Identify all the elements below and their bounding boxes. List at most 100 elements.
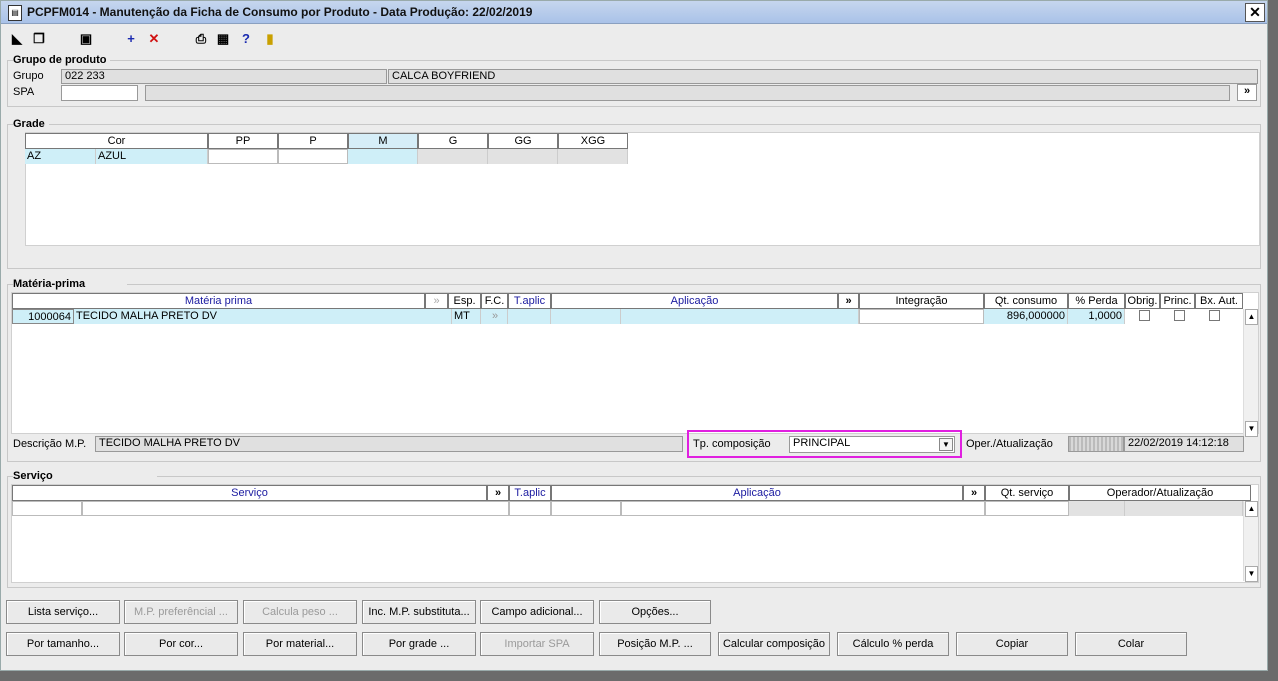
- importar-spa-button[interactable]: Importar SPA: [480, 632, 594, 656]
- spa-more-button[interactable]: »: [1237, 84, 1257, 101]
- svc-cell-taplic[interactable]: [509, 501, 551, 516]
- grade-header-g[interactable]: G: [418, 133, 488, 149]
- mp-header-qt-consumo[interactable]: Qt. consumo: [984, 293, 1068, 309]
- print-icon[interactable]: ⎙: [193, 31, 209, 47]
- mp-cell-fc-button[interactable]: »: [481, 309, 508, 324]
- mp-bxaut-checkbox[interactable]: [1209, 310, 1220, 321]
- mp-header-taplic[interactable]: T.aplic: [508, 293, 551, 309]
- mp-header-lookup[interactable]: »: [425, 293, 448, 309]
- grade-cell-code[interactable]: AZ: [25, 149, 96, 164]
- enter-icon[interactable]: ◣: [9, 31, 25, 47]
- svc-cell-code[interactable]: [12, 501, 82, 516]
- mp-preferencial-button[interactable]: M.P. preferêncial ...: [124, 600, 238, 624]
- servico-legend: Serviço: [13, 470, 157, 482]
- inc-mp-substituta-button[interactable]: Inc. M.P. substituta...: [362, 600, 476, 624]
- chevron-down-icon[interactable]: ▼: [939, 438, 953, 451]
- mp-header-esp[interactable]: Esp.: [448, 293, 481, 309]
- grade-header-cor[interactable]: Cor: [25, 133, 208, 149]
- main-window: ▤ PCPFM014 - Manutenção da Ficha de Cons…: [0, 0, 1268, 671]
- mp-header-bxaut[interactable]: Bx. Aut.: [1195, 293, 1243, 309]
- svc-header-qt-servico[interactable]: Qt. serviço: [985, 485, 1069, 501]
- svc-header-aplicacao[interactable]: Aplicação: [551, 485, 963, 501]
- grade-header-m[interactable]: M: [348, 133, 418, 149]
- scroll-up-icon[interactable]: ▲: [1245, 309, 1258, 325]
- grade-header-p[interactable]: P: [278, 133, 348, 149]
- scroll-down-icon[interactable]: ▼: [1245, 566, 1258, 582]
- mp-cell-taplic[interactable]: [508, 309, 551, 324]
- grade-cell-m[interactable]: [348, 149, 418, 164]
- grade-cell-pp[interactable]: [208, 149, 278, 164]
- por-material-button[interactable]: Por material...: [243, 632, 357, 656]
- spa-desc-field: [145, 85, 1230, 101]
- por-cor-button[interactable]: Por cor...: [124, 632, 238, 656]
- mp-obrig-checkbox[interactable]: [1139, 310, 1150, 321]
- grade-header-gg[interactable]: GG: [488, 133, 558, 149]
- scroll-down-icon[interactable]: ▼: [1245, 421, 1258, 437]
- mp-header-princ[interactable]: Princ.: [1160, 293, 1195, 309]
- grade-cell-xgg: [558, 149, 628, 164]
- grade-header-xgg[interactable]: XGG: [558, 133, 628, 149]
- help-icon[interactable]: ?: [238, 31, 254, 47]
- svc-header-operador[interactable]: Operador/Atualização: [1069, 485, 1251, 501]
- lista-servico-button[interactable]: Lista serviço...: [6, 600, 120, 624]
- svc-cell-qt[interactable]: [985, 501, 1069, 516]
- opcoes-button[interactable]: Opções...: [599, 600, 711, 624]
- svc-scrollbar[interactable]: ▲ ▼: [1243, 501, 1258, 582]
- grupo-legend: Grupo de produto: [13, 54, 111, 66]
- svc-cell-aplicacao-code[interactable]: [551, 501, 621, 516]
- grade-cell-g: [418, 149, 488, 164]
- grade-cell-color[interactable]: AZUL: [96, 149, 208, 164]
- close-button[interactable]: ✕: [1245, 3, 1265, 22]
- grade-header-pp[interactable]: PP: [208, 133, 278, 149]
- svc-cell-aplicacao-desc[interactable]: [621, 501, 985, 516]
- mp-cell-desc[interactable]: TECIDO MALHA PRETO DV: [74, 309, 452, 324]
- mp-header-aplicacao[interactable]: Aplicação: [551, 293, 838, 309]
- mp-header-more[interactable]: »: [838, 293, 859, 309]
- grade-cell-p[interactable]: [278, 149, 348, 164]
- por-tamanho-button[interactable]: Por tamanho...: [6, 632, 120, 656]
- calendar-icon[interactable]: ▦: [215, 31, 231, 47]
- grade-cell-gg: [488, 149, 558, 164]
- calcular-composicao-button[interactable]: Calcular composição: [718, 632, 830, 656]
- mp-cell-esp[interactable]: MT: [452, 309, 481, 324]
- mp-header-perda[interactable]: % Perda: [1068, 293, 1125, 309]
- add-icon[interactable]: +: [123, 31, 139, 47]
- mp-cell-aplicacao-code[interactable]: [551, 309, 621, 324]
- copiar-button[interactable]: Copiar: [956, 632, 1068, 656]
- mp-cell-qt-consumo[interactable]: 896,000000: [984, 309, 1068, 324]
- mp-header-integracao[interactable]: Integração: [859, 293, 984, 309]
- app-icon: ▤: [8, 5, 22, 21]
- grupo-desc-field: CALCA BOYFRIEND: [388, 69, 1258, 84]
- svc-header-servico[interactable]: Serviço: [12, 485, 487, 501]
- mp-header-materia[interactable]: Matéria prima: [12, 293, 425, 309]
- mp-cell-code[interactable]: 1000064: [12, 309, 74, 324]
- spa-label: SPA: [13, 86, 35, 98]
- svc-header-more2[interactable]: »: [963, 485, 985, 501]
- mp-cell-integracao[interactable]: [859, 309, 984, 324]
- scroll-up-icon[interactable]: ▲: [1245, 501, 1258, 517]
- mp-cell-aplicacao-desc[interactable]: [621, 309, 859, 324]
- svc-header-taplic[interactable]: T.aplic: [509, 485, 551, 501]
- colar-button[interactable]: Colar: [1075, 632, 1187, 656]
- calcula-peso-button[interactable]: Calcula peso ...: [243, 600, 357, 624]
- campo-adicional-button[interactable]: Campo adicional...: [480, 600, 594, 624]
- mp-princ-checkbox[interactable]: [1174, 310, 1185, 321]
- mp-header-fc[interactable]: F.C.: [481, 293, 508, 309]
- exit-icon[interactable]: ▮: [262, 31, 278, 47]
- tp-composicao-select[interactable]: PRINCIPAL: [789, 436, 955, 453]
- spa-input[interactable]: [61, 85, 138, 101]
- posicao-mp-button[interactable]: Posição M.P. ...: [599, 632, 711, 656]
- por-grade-button[interactable]: Por grade ...: [362, 632, 476, 656]
- svc-cell-desc[interactable]: [82, 501, 509, 516]
- grupo-label: Grupo: [13, 70, 44, 82]
- calculo-perda-button[interactable]: Cálculo % perda: [837, 632, 949, 656]
- delete-icon[interactable]: ✕: [146, 31, 162, 47]
- copy-icon[interactable]: ❐: [31, 31, 47, 47]
- svc-header-more[interactable]: »: [487, 485, 509, 501]
- mp-cell-perda[interactable]: 1,0000: [1068, 309, 1125, 324]
- toolbar: ◣ ❐ ▣ + ✕ ⎙ ▦ ? ▮: [1, 25, 1267, 53]
- save-icon[interactable]: ▣: [78, 31, 94, 47]
- title-bar: ▤ PCPFM014 - Manutenção da Ficha de Cons…: [1, 1, 1267, 24]
- mp-scrollbar[interactable]: ▲ ▼: [1243, 309, 1258, 437]
- mp-header-obrig[interactable]: Obrig.: [1125, 293, 1160, 309]
